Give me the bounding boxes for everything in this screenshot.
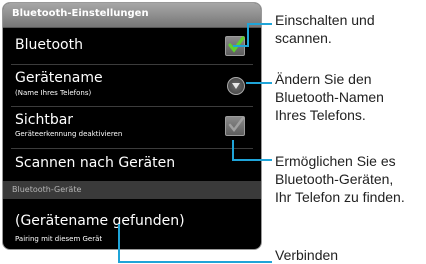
annotation-scan: Einschalten und scannen. [275, 11, 375, 47]
annotation-line: Ändern Sie den [275, 71, 372, 87]
annotation-line: Bluetooth-Namen [275, 89, 384, 105]
annotation-rename: Ändern Sie den Bluetooth-Namen Ihres Tel… [275, 70, 384, 124]
annotation-line: Bluetooth-Geräten, [275, 171, 394, 187]
annotation-line: Ihr Telefon zu finden. [275, 189, 405, 205]
annotation-line: Ihres Telefons. [275, 107, 366, 123]
annotation-connect: Verbinden [275, 246, 338, 264]
annotation-line: scannen. [275, 30, 332, 46]
annotation-line: Verbinden [275, 247, 339, 263]
annotation-line: Ermöglichen Sie es [275, 153, 396, 169]
annotation-line: Einschalten und [275, 12, 375, 28]
annotation-visibility: Ermöglichen Sie es Bluetooth-Geräten, Ih… [275, 152, 405, 206]
